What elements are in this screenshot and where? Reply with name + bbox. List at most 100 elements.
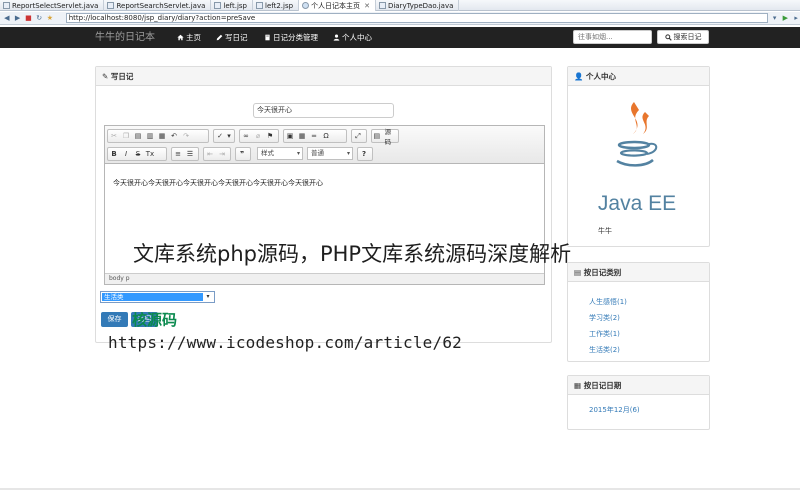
calendar-icon: ▦ bbox=[574, 381, 582, 390]
editor-toolbar: ✂ ❐ ▤ ▥ ▦ ↶ ↷ ✓ ▾ ∞ ⌀ ⚑ ▣ ▦ ═ Ω ⤢ ▤ 源码 B… bbox=[105, 126, 544, 164]
nav-home[interactable]: 主页 bbox=[177, 31, 201, 44]
toolbar-group-indent: ⇤ ⇥ bbox=[203, 147, 231, 161]
tab-label: ReportSelectServlet.java bbox=[12, 1, 99, 10]
link-icon[interactable]: ∞ bbox=[240, 130, 252, 142]
ide-tab-strip: ReportSelectServlet.java ReportSearchSer… bbox=[0, 0, 800, 11]
ide-tab-left-jsp[interactable]: left.jsp bbox=[211, 0, 253, 11]
ide-tab-report-search[interactable]: ReportSearchServlet.java bbox=[104, 0, 212, 11]
unlink-icon[interactable]: ⌀ bbox=[252, 130, 264, 142]
date-panel-header: ▦ 按日记日期 bbox=[568, 376, 709, 395]
user-panel-header: 👤 个人中心 bbox=[568, 67, 709, 86]
paste-icon[interactable]: ▤ bbox=[132, 130, 144, 142]
outdent-icon[interactable]: ⇤ bbox=[204, 148, 216, 160]
ide-tab-diary-home[interactable]: 个人日记本主页 ✕ bbox=[299, 0, 376, 11]
help-icon[interactable]: ? bbox=[358, 148, 370, 160]
strike-icon[interactable]: S bbox=[132, 148, 144, 160]
ide-tab-report-select[interactable]: ReportSelectServlet.java bbox=[0, 0, 105, 11]
type-link[interactable]: 学习类(2) bbox=[589, 310, 627, 326]
ide-tab-left2-jsp[interactable]: left2.jsp bbox=[253, 0, 300, 11]
redo-icon[interactable]: ↷ bbox=[180, 130, 192, 142]
java-file-icon bbox=[378, 2, 386, 9]
write-panel-header: ✎ 写日记 bbox=[96, 67, 551, 86]
forward-icon[interactable]: ▶ bbox=[14, 14, 22, 22]
java-file-icon bbox=[3, 2, 10, 9]
indent-icon[interactable]: ⇥ bbox=[216, 148, 228, 160]
bulleted-list-icon[interactable]: ☰ bbox=[184, 148, 196, 160]
image-icon[interactable]: ▣ bbox=[284, 130, 296, 142]
stop-icon[interactable]: ■ bbox=[25, 14, 33, 22]
paste-text-icon[interactable]: ▥ bbox=[144, 130, 156, 142]
paragraph-combo[interactable]: 普通 ▾ bbox=[307, 147, 353, 160]
diary-date-panel: ▦ 按日记日期 bbox=[567, 375, 710, 430]
close-icon[interactable]: ✕ bbox=[364, 2, 370, 10]
type-link[interactable]: 人生感悟(1) bbox=[589, 294, 627, 310]
save-button[interactable]: 保存 bbox=[101, 312, 128, 327]
diary-type-list: 人生感悟(1) 学习类(2) 工作类(1) 生活类(2) bbox=[589, 294, 627, 358]
dropdown-icon[interactable]: ▾ bbox=[771, 14, 779, 22]
anchor-icon[interactable]: ⚑ bbox=[264, 130, 276, 142]
refresh-icon[interactable]: ↻ bbox=[35, 14, 43, 22]
chevron-down-icon: ▾ bbox=[296, 150, 300, 157]
toolbar-group-spell: ✓ ▾ bbox=[213, 129, 235, 143]
nav-category-manage[interactable]: 日记分类管理 bbox=[264, 31, 318, 44]
toolbar-group-clipboard: ✂ ❐ ▤ ▥ ▦ ↶ ↷ bbox=[107, 129, 209, 143]
back-icon[interactable]: ◀ bbox=[3, 14, 11, 22]
blockquote-icon[interactable]: ❞ bbox=[236, 148, 248, 160]
nav-category-label: 日记分类管理 bbox=[273, 33, 318, 42]
numbered-list-icon[interactable]: ≡ bbox=[172, 148, 184, 160]
diary-title-input[interactable]: 今天很开心 bbox=[253, 103, 394, 118]
type-panel-header: ▤ 按日记类别 bbox=[568, 263, 709, 282]
pencil-icon bbox=[216, 34, 223, 41]
toolbar-group-lists: ≡ ☰ bbox=[171, 147, 199, 161]
go-icon[interactable]: ▶ bbox=[782, 14, 790, 22]
hr-icon[interactable]: ═ bbox=[308, 130, 320, 142]
source-icon[interactable]: ▤ bbox=[372, 130, 382, 142]
globe-icon bbox=[302, 2, 310, 9]
table-icon[interactable]: ▦ bbox=[296, 130, 308, 142]
paragraph-combo-label: 普通 bbox=[311, 149, 324, 157]
site-brand[interactable]: 牛牛的日记本 bbox=[95, 30, 155, 45]
undo-icon[interactable]: ↶ bbox=[168, 130, 180, 142]
toolbar-group-help: ? bbox=[357, 147, 373, 161]
chevron-down-icon[interactable]: ▾ bbox=[226, 130, 232, 142]
copy-icon[interactable]: ❐ bbox=[120, 130, 132, 142]
type-link[interactable]: 工作类(1) bbox=[589, 326, 627, 342]
spellcheck-icon[interactable]: ✓ bbox=[214, 130, 226, 142]
ide-tab-diarytypedao[interactable]: DiaryTypeDao.java bbox=[376, 0, 460, 11]
format-combo[interactable]: 样式 ▾ bbox=[257, 147, 303, 160]
source-label[interactable]: 源码 bbox=[382, 126, 398, 146]
remove-format-icon[interactable]: Tx bbox=[144, 148, 156, 160]
date-link[interactable]: 2015年12月(6) bbox=[589, 405, 640, 415]
tab-label: left.jsp bbox=[223, 1, 247, 10]
toolbar-group-source: ▤ 源码 bbox=[371, 126, 399, 146]
browser-toolbar: ◀ ▶ ■ ↻ ★ http://localhost:8080/jsp_diar… bbox=[0, 12, 800, 25]
italic-icon[interactable]: I bbox=[120, 148, 132, 160]
maximize-icon[interactable]: ⤢ bbox=[352, 130, 364, 142]
user-icon bbox=[333, 34, 340, 41]
list-icon: ▤ bbox=[574, 268, 582, 277]
diary-date-list: 2015年12月(6) bbox=[589, 405, 640, 415]
nav-user-label: 个人中心 bbox=[342, 33, 372, 42]
search-input[interactable] bbox=[573, 30, 652, 44]
cut-icon[interactable]: ✂ bbox=[108, 130, 120, 142]
nav-write[interactable]: 写日记 bbox=[216, 31, 248, 44]
tab-label: 个人日记本主页 bbox=[311, 1, 361, 10]
search-button[interactable]: 搜索日记 bbox=[657, 30, 709, 44]
java-file-icon bbox=[107, 2, 115, 9]
nav-user-center[interactable]: 个人中心 bbox=[333, 31, 372, 44]
editor-statusbar: body p bbox=[105, 273, 544, 284]
editor-content[interactable]: 今天很开心今天很开心今天很开心今天很开心今天很开心今天很开心 bbox=[113, 178, 323, 188]
home-icon bbox=[177, 34, 184, 41]
nav-write-label: 写日记 bbox=[225, 33, 248, 42]
menu-icon[interactable]: ▸ bbox=[792, 14, 800, 22]
address-input[interactable]: http://localhost:8080/jsp_diary/diary?ac… bbox=[65, 13, 768, 23]
toolbar-group-quote: ❞ bbox=[235, 147, 251, 161]
paste-word-icon[interactable]: ▦ bbox=[156, 130, 168, 142]
category-select[interactable]: 生活类 ▾ bbox=[100, 291, 215, 303]
omega-icon[interactable]: Ω bbox=[320, 130, 332, 142]
favorite-icon[interactable]: ★ bbox=[46, 14, 54, 22]
book-icon bbox=[265, 34, 270, 41]
type-link[interactable]: 生活类(2) bbox=[589, 342, 627, 358]
username-label: 牛牛 bbox=[598, 227, 612, 235]
bold-icon[interactable]: B bbox=[108, 148, 120, 160]
